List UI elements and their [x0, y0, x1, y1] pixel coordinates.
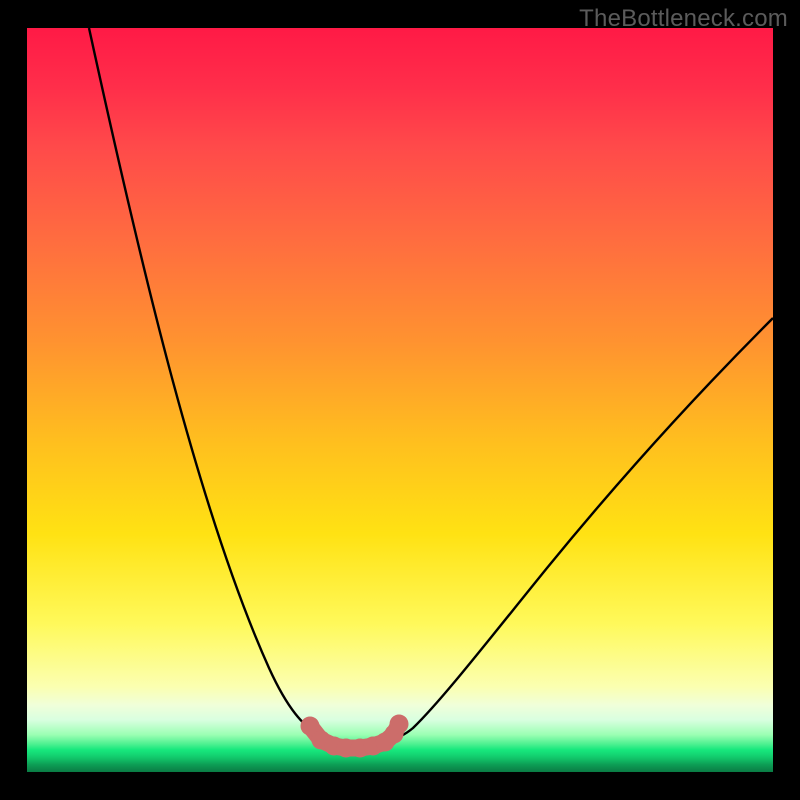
- curve-right: [401, 318, 773, 736]
- chart-frame: [27, 28, 773, 772]
- curve-left: [89, 28, 313, 730]
- watermark-text: TheBottleneck.com: [579, 5, 788, 33]
- chart-svg: [27, 28, 773, 772]
- bottom-dot-group: [301, 715, 409, 758]
- dot: [390, 715, 409, 734]
